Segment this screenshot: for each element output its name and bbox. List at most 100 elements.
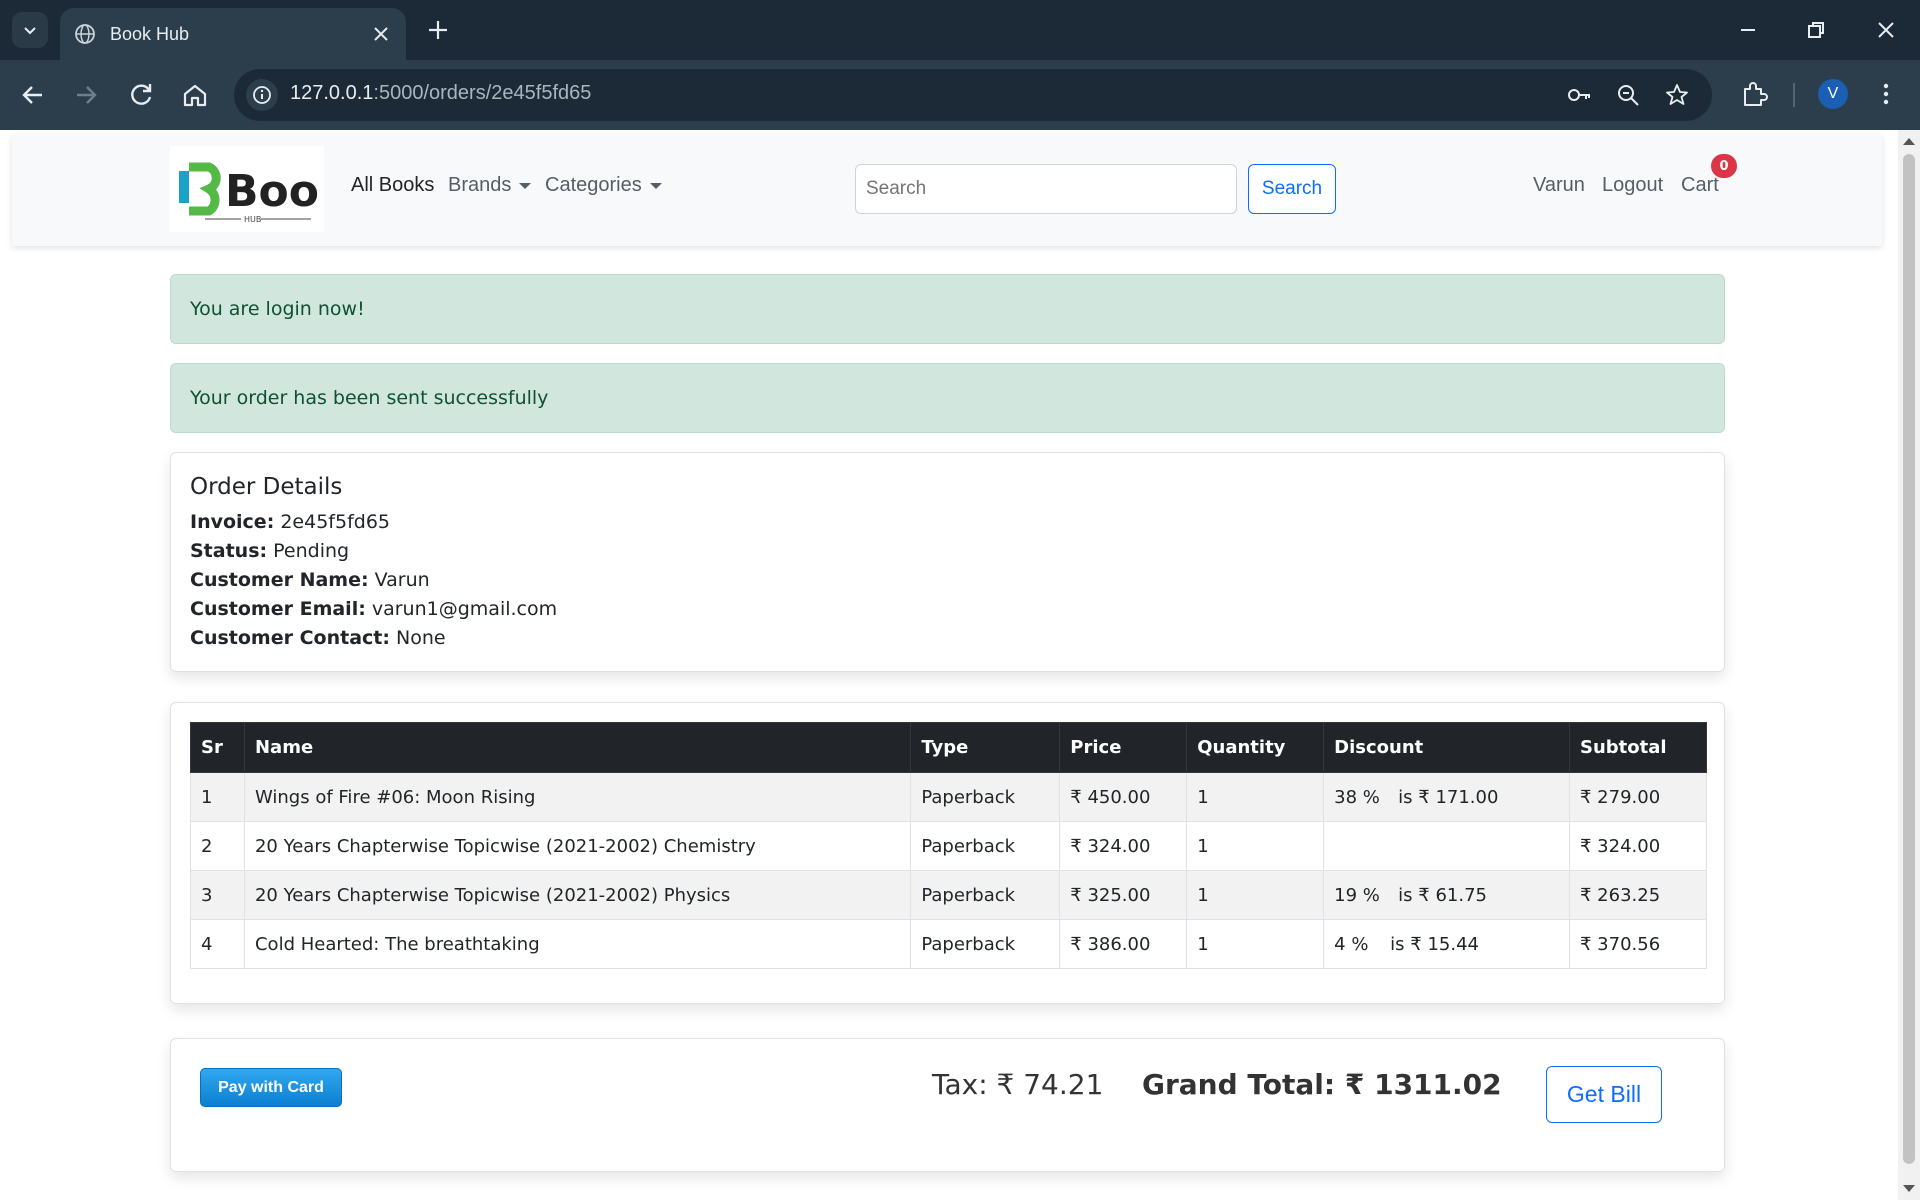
search-button[interactable]: Search (1248, 164, 1336, 214)
order-items-card: Sr Name Type Price Quantity Discount Sub… (170, 702, 1725, 1004)
tax-amount: Tax: ₹ 74.21 (932, 1068, 1104, 1101)
url-text: 127.0.0.1:5000/orders/2e45f5fd65 (290, 82, 591, 105)
cell-subtotal: ₹ 370.56 (1569, 919, 1707, 969)
scroll-down-arrow-icon[interactable] (1903, 1185, 1915, 1192)
tab-title: Book Hub (110, 23, 190, 44)
cell-subtotal: ₹ 263.25 (1569, 870, 1707, 920)
customer-email-line: Customer Email: varun1@gmail.com (190, 595, 1705, 624)
cell-discount: 19 % is ₹ 61.75 (1323, 870, 1570, 920)
discount-percent: 4 % (1334, 933, 1369, 955)
nav-categories-dropdown[interactable]: Categories (545, 174, 662, 197)
pay-with-card-button[interactable]: Pay with Card (200, 1068, 342, 1107)
cell-quantity: 1 (1186, 919, 1325, 969)
cell-sr: 1 (190, 772, 245, 822)
table-row: 1 Wings of Fire #06: Moon Rising Paperba… (190, 772, 1707, 822)
cell-type: Paperback (910, 772, 1061, 822)
browser-tab[interactable]: Book Hub (60, 8, 406, 60)
cell-name: 20 Years Chapterwise Topicwise (2021-200… (243, 870, 912, 920)
close-tab-icon[interactable] (370, 23, 392, 45)
discount-amount: is ₹ 171.00 (1398, 786, 1499, 808)
book-hub-logo[interactable]: Book HUB (170, 146, 324, 232)
order-success-alert: Your order has been sent successfully (170, 363, 1725, 433)
cell-name: 20 Years Chapterwise Topicwise (2021-200… (243, 821, 912, 871)
header-type: Type (910, 722, 1061, 773)
status-label: Status: (190, 540, 268, 562)
order-totals-card: Pay with Card Tax: ₹ 74.21 Grand Total: … (170, 1038, 1725, 1172)
header-subtotal: Subtotal (1569, 722, 1707, 773)
customer-name-value: Varun (374, 569, 430, 591)
discount-amount: is ₹ 61.75 (1398, 884, 1487, 906)
get-bill-button[interactable]: Get Bill (1546, 1066, 1662, 1123)
cell-sr: 3 (190, 870, 245, 920)
page-scrollbar[interactable] (1898, 130, 1920, 1200)
forward-arrow-icon[interactable] (68, 77, 104, 113)
minimize-icon[interactable] (1732, 14, 1764, 46)
search-input[interactable] (855, 164, 1237, 214)
discount-percent: 19 % (1334, 884, 1380, 906)
cell-quantity: 1 (1186, 772, 1325, 822)
customer-email-label: Customer Email: (190, 598, 366, 620)
new-tab-icon[interactable] (424, 16, 452, 44)
header-discount: Discount (1323, 722, 1570, 773)
nav-all-books[interactable]: All Books (351, 174, 434, 197)
table-row: 4 Cold Hearted: The breathtaking Paperba… (190, 919, 1707, 969)
reload-icon[interactable] (123, 77, 159, 113)
login-success-alert: You are login now! (170, 274, 1725, 344)
invoice-value: 2e45f5fd65 (280, 511, 391, 533)
caret-down-icon (519, 182, 532, 189)
nav-cart[interactable]: Cart (1681, 174, 1719, 197)
order-details-heading: Order Details (190, 474, 343, 500)
back-arrow-icon[interactable] (15, 77, 51, 113)
home-icon[interactable] (177, 77, 213, 113)
header-name: Name (243, 722, 912, 773)
caret-down-icon (649, 182, 662, 189)
status-value: Pending (273, 540, 350, 562)
nav-brands-dropdown[interactable]: Brands (448, 174, 532, 197)
restore-icon[interactable] (1800, 14, 1832, 46)
invoice-label: Invoice: (190, 511, 275, 533)
cell-sr: 4 (190, 919, 245, 969)
info-icon (253, 86, 271, 104)
cell-discount: 4 % is ₹ 15.44 (1323, 919, 1570, 969)
address-bar[interactable]: 127.0.0.1:5000/orders/2e45f5fd65 (234, 69, 1712, 121)
nav-user-name[interactable]: Varun (1533, 174, 1585, 197)
globe-icon (75, 24, 95, 44)
nav-logout[interactable]: Logout (1602, 174, 1663, 197)
scrollbar-thumb[interactable] (1903, 154, 1915, 1164)
grand-total: Grand Total: ₹ 1311.02 (1142, 1068, 1502, 1101)
header-price: Price (1059, 722, 1188, 773)
profile-avatar[interactable]: V (1818, 79, 1848, 109)
cell-subtotal: ₹ 279.00 (1569, 772, 1707, 822)
extensions-puzzle-icon[interactable] (1739, 79, 1769, 109)
logo-subtitle: HUB (244, 215, 261, 224)
logo-image: Book HUB (179, 162, 319, 224)
browser-toolbar: 127.0.0.1:5000/orders/2e45f5fd65 V (0, 60, 1920, 130)
customer-contact-label: Customer Contact: (190, 627, 390, 649)
nav-brands-label: Brands (448, 174, 512, 196)
cell-price: ₹ 450.00 (1059, 772, 1188, 822)
more-menu-icon[interactable] (1871, 79, 1901, 109)
customer-email-value: varun1@gmail.com (371, 598, 558, 620)
cell-name: Cold Hearted: The breathtaking (243, 919, 912, 969)
discount-amount: is ₹ 15.44 (1390, 933, 1479, 955)
site-info-button[interactable] (246, 79, 278, 111)
zoom-icon[interactable] (1615, 82, 1641, 108)
password-key-icon[interactable] (1566, 82, 1592, 108)
cell-price: ₹ 386.00 (1059, 919, 1188, 969)
bookmark-star-icon[interactable] (1664, 82, 1690, 108)
page-viewport: Book HUB All Books Brands Categories Sea… (0, 130, 1898, 1200)
order-details-card: Order Details Invoice: 2e45f5fd65 Status… (170, 452, 1725, 672)
tab-search-button[interactable] (12, 12, 48, 48)
site-navbar: Book HUB All Books Brands Categories Sea… (12, 134, 1882, 246)
nav-categories-label: Categories (545, 174, 642, 196)
url-host: 127.0.0.1 (290, 82, 374, 104)
cell-sr: 2 (190, 821, 245, 871)
cell-quantity: 1 (1186, 870, 1325, 920)
browser-tab-strip: Book Hub (0, 0, 1920, 60)
toolbar-separator (1793, 83, 1795, 107)
customer-name-label: Customer Name: (190, 569, 369, 591)
close-window-icon[interactable] (1870, 14, 1902, 46)
cell-subtotal: ₹ 324.00 (1569, 821, 1707, 871)
scroll-up-arrow-icon[interactable] (1903, 138, 1915, 145)
cell-type: Paperback (910, 919, 1061, 969)
